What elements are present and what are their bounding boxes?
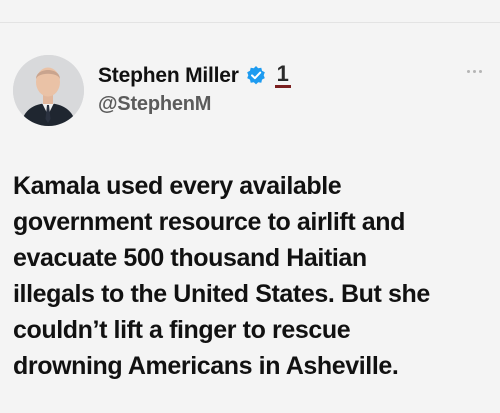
affiliation-badge-icon[interactable]: 1 [272, 61, 294, 89]
author-name[interactable]: Stephen Miller [98, 64, 239, 88]
affiliation-badge-base [274, 85, 291, 88]
author-handle[interactable]: @StephenM [98, 93, 211, 116]
more-options-icon[interactable] [467, 66, 489, 76]
more-dot [479, 69, 482, 73]
avatar[interactable] [13, 55, 84, 126]
verified-checkmark-icon [245, 65, 267, 87]
more-dot [473, 69, 476, 73]
tweet-text: Kamala used every available government r… [13, 172, 430, 380]
affiliation-badge-label: 1 [276, 61, 289, 86]
more-dot [467, 69, 470, 73]
author-name-row: Stephen Miller 1 [98, 60, 294, 92]
top-divider [0, 22, 500, 23]
